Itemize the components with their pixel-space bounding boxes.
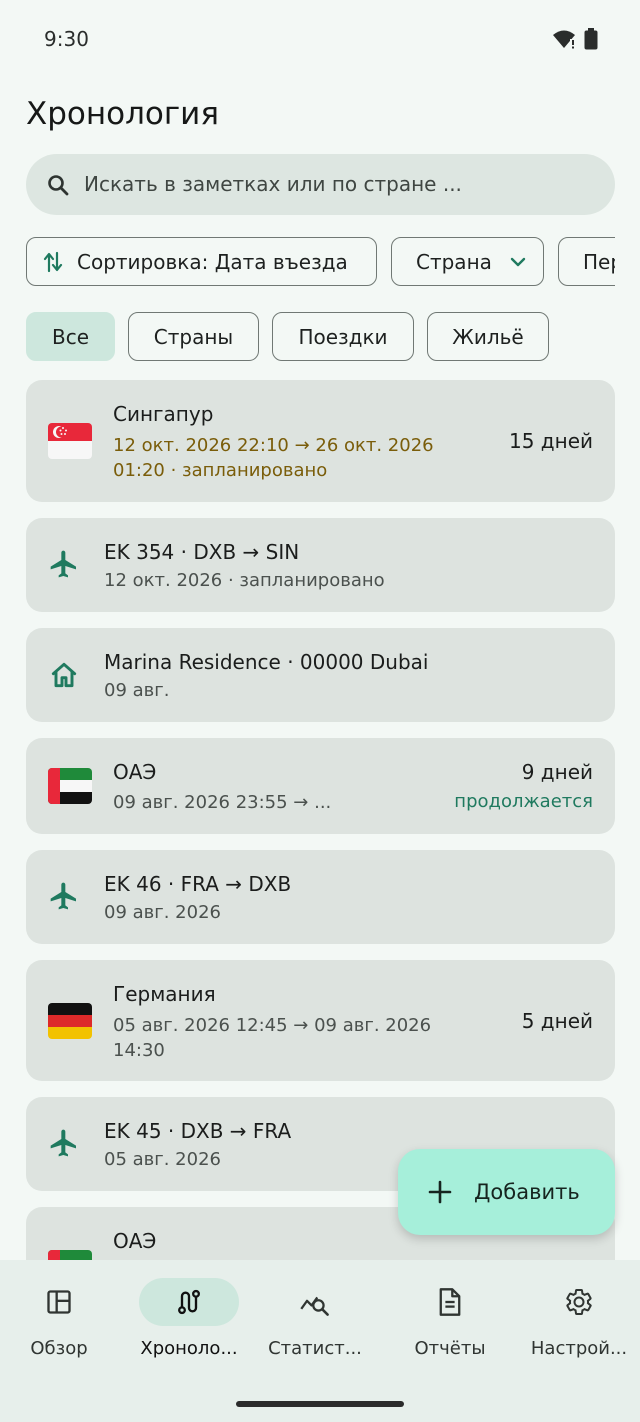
period-chip-label: Пер xyxy=(583,249,615,274)
page-title: Хронология xyxy=(26,96,219,132)
home-icon xyxy=(51,662,77,688)
nav-pill xyxy=(9,1278,109,1326)
airplane-icon xyxy=(50,882,76,910)
timeline-item-stay[interactable]: Marina Residence · 00000 Dubai 09 авг. xyxy=(26,628,615,722)
nav-item-overview[interactable]: Обзор xyxy=(0,1278,118,1378)
nav-pill xyxy=(529,1278,629,1326)
singapore-flag-icon xyxy=(48,423,92,459)
item-dates: 05 авг. 2026 12:45 → 09 авг. 2026 xyxy=(113,1015,432,1036)
country-filter-chip[interactable]: Страна xyxy=(391,237,544,286)
route-icon xyxy=(178,1289,200,1315)
item-dates: 09 авг. 2026 23:55 → ... xyxy=(113,792,332,813)
add-button[interactable]: Добавить xyxy=(398,1149,615,1235)
bottom-navigation: Обзор Хроноло... Статист... Отчёты Настр… xyxy=(0,1260,640,1422)
item-duration: 5 дней xyxy=(521,1009,593,1033)
swap-vert-icon xyxy=(43,251,63,272)
uae-flag-icon xyxy=(48,768,92,804)
nav-pill xyxy=(400,1278,500,1326)
filter-stays[interactable]: Жильё xyxy=(427,312,549,361)
item-date: 05 авг. 2026 xyxy=(104,1149,221,1170)
item-title: EK 45 · DXB → FRA xyxy=(104,1119,292,1143)
sort-chip-label: Сортировка: Дата въезда xyxy=(77,249,348,274)
item-dates-continued: 01:20 · запланировано xyxy=(113,460,328,481)
timeline-list[interactable]: Сингапур 12 окт. 2026 22:10 → 26 окт. 20… xyxy=(0,370,640,1260)
airplane-icon xyxy=(50,1129,76,1157)
analytics-icon xyxy=(300,1296,329,1316)
plus-icon xyxy=(428,1180,452,1204)
item-title: EK 354 · DXB → SIN xyxy=(104,540,300,564)
chevron-down-icon xyxy=(510,257,526,266)
item-date: 09 авг. 2026 xyxy=(104,902,221,923)
nav-label: Обзор xyxy=(30,1338,88,1359)
status-bar: 9:30 xyxy=(0,0,640,80)
search-icon xyxy=(48,175,69,196)
nav-pill xyxy=(265,1278,365,1326)
filter-countries[interactable]: Страны xyxy=(128,312,259,361)
nav-pill-active xyxy=(139,1278,239,1326)
nav-item-settings[interactable]: Настрой... xyxy=(520,1278,638,1378)
country-chip-label: Страна xyxy=(416,249,492,274)
item-title: EK 46 · FRA → DXB xyxy=(104,872,292,896)
item-title: ОАЭ xyxy=(113,760,157,784)
search-bar[interactable]: Искать в заметках или по стране ... xyxy=(26,154,615,215)
sort-filter-chips: Сортировка: Дата въезда Страна Пер xyxy=(0,237,615,289)
item-duration: 9 дней xyxy=(521,760,593,784)
filter-trips[interactable]: Поездки xyxy=(272,312,414,361)
item-date: 12 окт. 2026 · запланировано xyxy=(104,570,385,591)
filter-label: Поездки xyxy=(298,324,388,349)
status-icons xyxy=(552,28,598,50)
nav-item-reports[interactable]: Отчёты xyxy=(391,1278,509,1378)
nav-item-statistics[interactable]: Статист... xyxy=(256,1278,374,1378)
period-filter-chip[interactable]: Пер xyxy=(558,237,615,286)
timeline-item-flight[interactable]: EK 46 · FRA → DXB 09 авг. 2026 xyxy=(26,850,615,944)
sort-chip[interactable]: Сортировка: Дата въезда xyxy=(26,237,377,286)
search-input[interactable]: Искать в заметках или по стране ... xyxy=(84,172,462,196)
item-title: Сингапур xyxy=(113,402,214,426)
nav-label: Хроноло... xyxy=(140,1338,238,1359)
timeline-item-country[interactable]: ОАЭ 09 авг. 2026 23:55 → ... 9 дней прод… xyxy=(26,738,615,834)
nav-label: Статист... xyxy=(268,1338,362,1359)
add-button-label: Добавить xyxy=(474,1180,580,1204)
filter-label: Жильё xyxy=(452,324,524,349)
home-indicator[interactable] xyxy=(236,1401,404,1407)
germany-flag-icon xyxy=(48,1003,92,1039)
item-title: ОАЭ xyxy=(113,1229,157,1253)
type-filter-row: Все Страны Поездки Жильё xyxy=(0,312,640,362)
filter-label: Страны xyxy=(153,324,234,349)
dashboard-icon xyxy=(47,1290,71,1314)
nav-label: Настрой... xyxy=(530,1338,628,1359)
gear-icon xyxy=(566,1289,592,1315)
document-icon xyxy=(439,1288,461,1316)
timeline-item-country[interactable]: Сингапур 12 окт. 2026 22:10 → 26 окт. 20… xyxy=(26,380,615,502)
item-title: Marina Residence · 00000 Dubai xyxy=(104,650,429,674)
status-time: 9:30 xyxy=(44,27,89,51)
uae-flag-icon xyxy=(48,1250,92,1260)
nav-item-timeline[interactable]: Хроноло... xyxy=(130,1278,248,1378)
filter-label: Все xyxy=(51,324,90,349)
nav-label: Отчёты xyxy=(414,1338,486,1359)
wifi-icon xyxy=(553,30,575,49)
item-date: 09 авг. xyxy=(104,680,170,701)
timeline-item-flight[interactable]: EK 354 · DXB → SIN 12 окт. 2026 · заплан… xyxy=(26,518,615,612)
filter-all[interactable]: Все xyxy=(26,312,115,361)
item-status: продолжается xyxy=(454,791,593,812)
item-title: Германия xyxy=(113,982,216,1006)
airplane-icon xyxy=(50,550,76,578)
battery-icon xyxy=(584,28,598,50)
item-dates-continued: 14:30 xyxy=(113,1040,165,1061)
timeline-item-country[interactable]: Германия 05 авг. 2026 12:45 → 09 авг. 20… xyxy=(26,960,615,1081)
item-dates: 12 окт. 2026 22:10 → 26 окт. 2026 xyxy=(113,435,434,456)
item-duration: 15 дней xyxy=(508,429,593,453)
